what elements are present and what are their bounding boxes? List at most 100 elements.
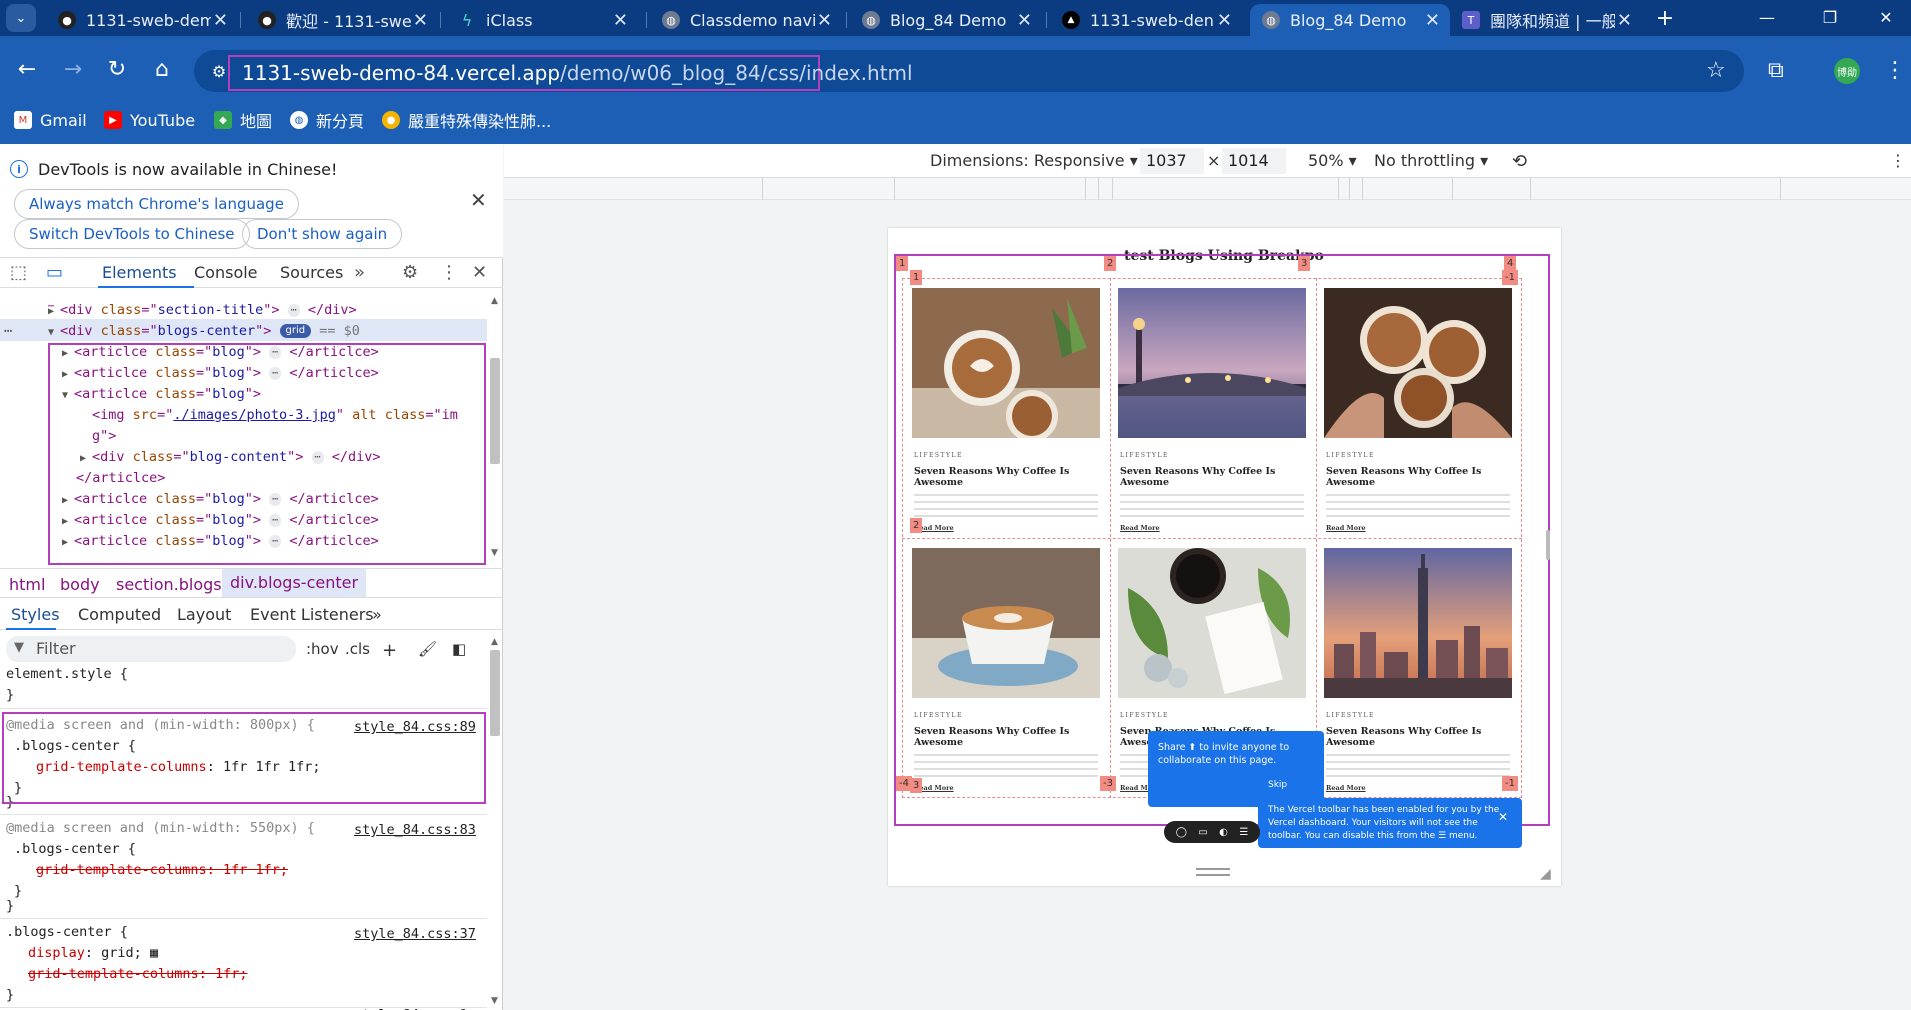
close-icon[interactable]: ✕ — [1017, 10, 1032, 31]
more-tabs-icon[interactable]: » — [372, 605, 382, 624]
resize-handle-corner[interactable]: ◢ — [1540, 866, 1551, 882]
rule-selector[interactable]: .blogs-center { — [14, 839, 136, 859]
browser-tab[interactable]: T 團隊和頻道 | 一般 ✕ — [1450, 4, 1642, 36]
close-icon[interactable]: ✕ — [1217, 10, 1232, 31]
close-window-button[interactable]: ✕ — [1864, 2, 1908, 32]
source-link[interactable]: style_84.css:83 — [354, 822, 476, 838]
tab-layout[interactable]: Layout — [177, 605, 231, 624]
tree-node-section-title[interactable]: ▶ <div class="section-title"> ⋯ </div> — [48, 300, 357, 321]
browser-tab[interactable]: ϟ iClass ✕ — [446, 4, 638, 36]
tab-computed[interactable]: Computed — [78, 605, 161, 624]
devtools-close-icon[interactable]: ✕ — [472, 262, 487, 283]
browser-tab[interactable]: ● 1131-sweb-demo ✕ — [46, 4, 238, 36]
breadcrumb-item-active[interactable]: div.blogs-center — [222, 569, 367, 597]
css-declaration-overridden[interactable]: grid-template-columns: 1fr; — [28, 964, 247, 984]
resize-handle-bottom[interactable] — [1196, 868, 1230, 876]
close-icon[interactable]: ✕ — [1617, 10, 1632, 31]
styles-filter-input[interactable]: Filter — [6, 636, 296, 662]
devtools-menu-icon[interactable]: ⋮ — [440, 262, 458, 283]
tab-event-listeners[interactable]: Event Listeners — [250, 605, 374, 624]
home-button[interactable]: ⌂ — [145, 52, 179, 86]
browser-tab[interactable]: ◍ Blog_84 Demo ✕ — [850, 4, 1042, 36]
row-menu-icon[interactable]: ⋯ — [4, 321, 12, 342]
height-input[interactable]: 1014 — [1222, 148, 1286, 174]
profile-avatar[interactable]: 博勛 — [1834, 58, 1860, 84]
scroll-down-icon[interactable]: ▼ — [491, 548, 498, 558]
scroll-down-icon[interactable]: ▼ — [491, 996, 498, 1006]
back-button[interactable]: ← — [10, 52, 44, 86]
toggle-icon[interactable]: ◐ — [1219, 827, 1228, 838]
url-text[interactable]: 1131-sweb-demo-84.vercel.app/demo/w06_bl… — [228, 55, 913, 91]
inspect-element-icon[interactable]: ⬚ — [10, 262, 27, 283]
bookmark-covid[interactable]: ● 嚴重特殊傳染性肺... — [382, 108, 551, 132]
match-language-button[interactable]: Always match Chrome's language — [14, 189, 299, 219]
close-icon[interactable]: ✕ — [1425, 10, 1440, 31]
throttling-dropdown[interactable]: No throttling ▾ — [1374, 151, 1488, 170]
minimize-button[interactable]: — — [1745, 2, 1789, 32]
more-tabs-icon[interactable]: » — [354, 262, 365, 283]
source-link[interactable]: style_84.css:37 — [354, 926, 476, 942]
bookmark-maps[interactable]: ◆ 地圖 — [214, 108, 272, 132]
close-icon[interactable]: ✕ — [613, 10, 628, 31]
skip-button[interactable]: Skip — [1268, 780, 1287, 790]
bookmark-youtube[interactable]: ▶ YouTube — [104, 108, 195, 132]
css-declaration-overridden[interactable]: grid-template-columns: 1fr 1fr; — [36, 860, 288, 880]
close-icon[interactable]: ✕ — [213, 10, 228, 31]
hover-state-toggle[interactable]: :hov — [306, 640, 339, 658]
device-menu-icon[interactable]: ⋮ — [1890, 151, 1906, 170]
forward-button[interactable]: → — [56, 52, 90, 86]
breadcrumb-item[interactable]: html — [9, 575, 45, 594]
menu-icon[interactable]: ☰ — [1239, 827, 1248, 838]
browser-tab-active[interactable]: ◍ Blog_84 Demo ✕ — [1250, 4, 1450, 36]
media-query-550[interactable]: @media screen and (min-width: 550px) { — [6, 818, 315, 838]
grid-editor-icon[interactable]: ▦ — [150, 945, 158, 961]
close-icon[interactable]: ✕ — [817, 10, 832, 31]
resize-handle-right[interactable] — [1546, 530, 1550, 560]
new-rule-icon[interactable]: + — [382, 640, 397, 661]
width-input[interactable]: 1037 — [1140, 148, 1204, 174]
close-icon[interactable]: ✕ — [413, 10, 428, 31]
class-toggle[interactable]: .cls — [345, 640, 370, 658]
tab-elements[interactable]: Elements — [102, 263, 177, 282]
reload-button[interactable]: ↻ — [100, 52, 134, 86]
browser-tab[interactable]: ● 歡迎 - 1131-swe ✕ — [246, 4, 438, 36]
bookmark-star-icon[interactable]: ☆ — [1706, 58, 1726, 83]
browser-tab[interactable]: ◍ Classdemo navi ✕ — [650, 4, 842, 36]
tab-console[interactable]: Console — [194, 263, 258, 282]
extensions-icon[interactable]: ⧉ — [1768, 58, 1784, 83]
styles-scrollbar[interactable] — [490, 650, 500, 736]
tab-sources[interactable]: Sources — [280, 263, 343, 282]
bookmark-gmail[interactable]: M Gmail — [14, 108, 87, 132]
new-tab-button[interactable]: + — [1650, 4, 1680, 32]
vercel-toolbar[interactable]: ◯ ▭ ◐ ☰ — [1164, 821, 1260, 843]
scroll-up-icon[interactable]: ▲ — [491, 637, 498, 647]
infobar-close-icon[interactable]: ✕ — [470, 188, 487, 212]
browser-tab[interactable]: ▲ 1131-sweb-den ✕ — [1050, 4, 1242, 36]
rule-selector[interactable]: .blogs-center { — [6, 922, 128, 942]
tree-node-blogs-center[interactable]: ▼ <div class="blogs-center"> grid == $0 — [48, 321, 360, 342]
css-declaration[interactable]: display: grid; ▦ — [28, 943, 158, 963]
restore-button[interactable]: ❐ — [1808, 2, 1852, 32]
bookmark-newtab[interactable]: ◍ 新分頁 — [290, 108, 364, 132]
tree-scrollbar[interactable] — [490, 358, 500, 464]
settings-gear-icon[interactable]: ⚙ — [402, 262, 418, 283]
close-icon[interactable]: ✕ — [1498, 810, 1508, 824]
breadcrumb-item[interactable]: section.blogs — [116, 575, 222, 594]
sidebar-toggle-icon[interactable]: ◧ — [452, 640, 466, 658]
switch-language-button[interactable]: Switch DevTools to Chinese — [14, 219, 250, 249]
device-toggle-icon[interactable]: ▭ — [46, 262, 63, 283]
inbox-icon[interactable]: ▭ — [1198, 827, 1207, 838]
comment-icon[interactable]: ◯ — [1176, 827, 1187, 838]
rotate-icon[interactable]: ⟲ — [1512, 151, 1527, 172]
browser-menu-icon[interactable]: ⋮ — [1884, 58, 1906, 83]
dont-show-again-button[interactable]: Don't show again — [242, 219, 403, 249]
tab-search-button[interactable]: ⌄ — [6, 4, 36, 32]
scroll-up-icon[interactable]: ▲ — [491, 296, 498, 306]
tab-styles[interactable]: Styles — [11, 605, 60, 624]
paint-icon[interactable]: 🖌 — [418, 640, 437, 658]
grid-badge[interactable]: grid — [279, 324, 312, 338]
zoom-dropdown[interactable]: 50% ▾ — [1308, 151, 1357, 170]
element-style-selector[interactable]: element.style { — [6, 664, 128, 684]
breadcrumb-item[interactable]: body — [60, 575, 100, 594]
dimensions-dropdown[interactable]: Dimensions: Responsive ▾ — [930, 151, 1138, 170]
